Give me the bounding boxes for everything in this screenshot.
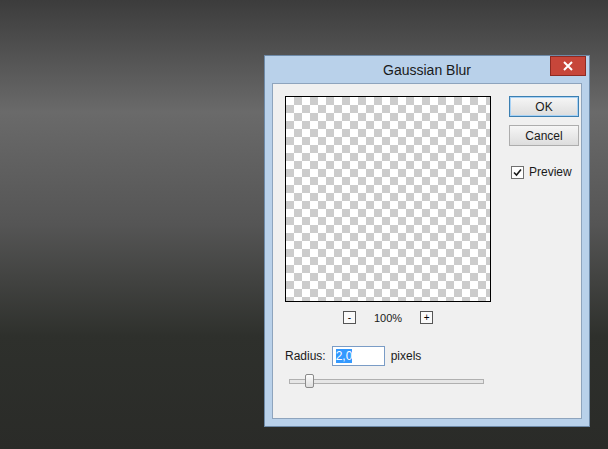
zoom-controls: - 100% +: [285, 311, 491, 324]
zoom-out-button[interactable]: -: [343, 311, 356, 324]
checkbox-label: Preview: [529, 165, 572, 179]
preview-area[interactable]: [285, 96, 491, 302]
dialog-button[interactable]: Cancel: [509, 125, 579, 146]
radius-value: 2,0: [336, 349, 353, 363]
slider-track: [289, 379, 484, 384]
photo-background: Gaussian Blur - 100% + Radius: 2,0 pixel…: [0, 0, 608, 449]
dialog-body: - 100% + Radius: 2,0 pixels OK Cancel Pre…: [272, 83, 582, 419]
slider-thumb[interactable]: [305, 374, 314, 388]
close-button[interactable]: [550, 56, 586, 76]
radius-field[interactable]: 2,0: [332, 346, 385, 366]
zoom-level: 100%: [374, 312, 402, 324]
dialog-button[interactable]: OK: [509, 96, 579, 117]
close-icon: [563, 61, 573, 71]
radius-row: Radius: 2,0 pixels: [285, 346, 491, 366]
radius-slider[interactable]: [289, 374, 484, 388]
checkmark-icon: [513, 168, 522, 177]
radius-unit: pixels: [391, 349, 422, 363]
gaussian-blur-dialog: Gaussian Blur - 100% + Radius: 2,0 pixel…: [264, 55, 590, 427]
checkbox-box[interactable]: [511, 166, 524, 179]
preview-checkbox[interactable]: Preview: [511, 165, 579, 179]
title-bar[interactable]: Gaussian Blur: [272, 56, 582, 83]
radius-label: Radius:: [285, 349, 326, 363]
window-title: Gaussian Blur: [383, 62, 471, 78]
zoom-in-button[interactable]: +: [420, 311, 433, 324]
